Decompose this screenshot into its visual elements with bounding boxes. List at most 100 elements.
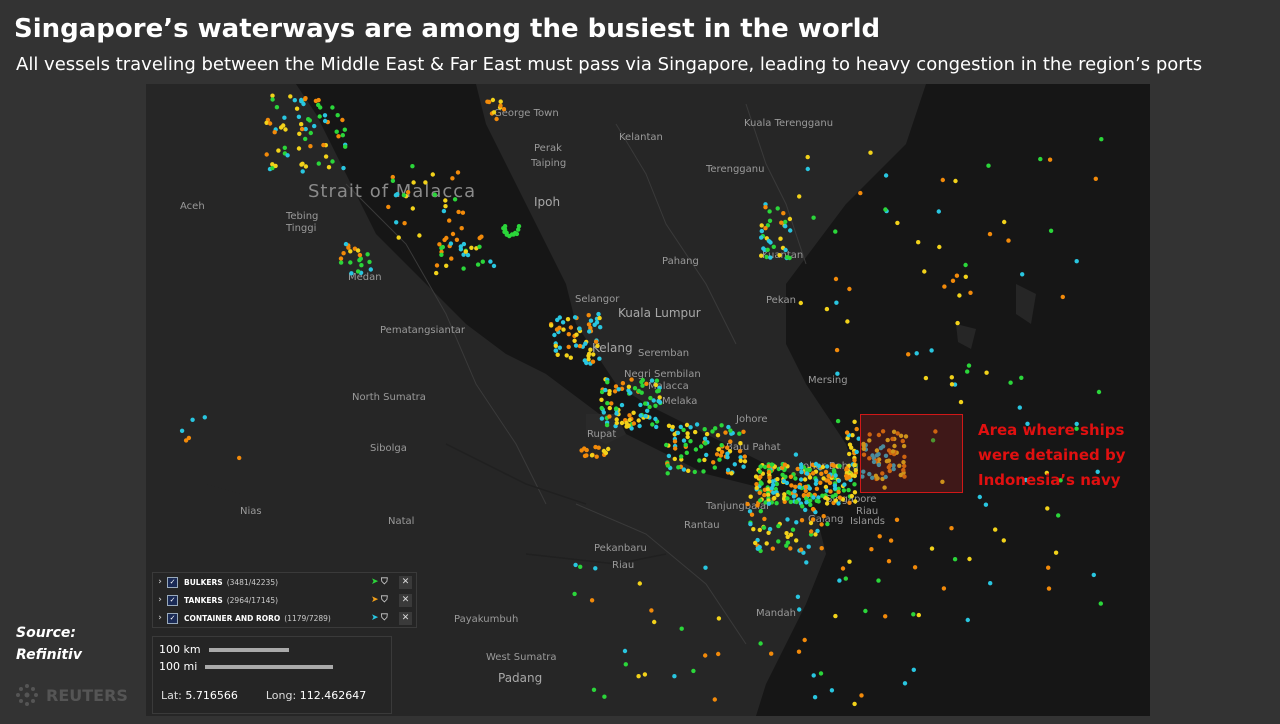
vessel-dot <box>636 388 641 394</box>
vessel-dot <box>793 476 798 481</box>
vessel-dot <box>599 405 604 411</box>
map-label-tebing: Tebing <box>285 211 318 222</box>
vessel-dot <box>322 118 328 124</box>
vessel-dot <box>949 375 954 380</box>
vessel-dot <box>440 244 445 250</box>
reuters-text: REUTERS <box>46 685 128 705</box>
reuters-dots-icon <box>16 684 38 706</box>
vessel-dot <box>636 674 641 679</box>
vessel-dot <box>804 560 809 565</box>
vessel-dot <box>785 255 790 260</box>
vessel-dot <box>202 415 207 420</box>
map-label-islands: Islands <box>850 516 885 527</box>
vessel-dot <box>853 499 858 504</box>
vessel-dot <box>784 531 789 536</box>
vessel-dot <box>283 127 288 132</box>
vessel-dot <box>652 619 657 625</box>
vessel-dot <box>783 219 788 225</box>
vessel-dot <box>783 224 788 229</box>
vessel-dot <box>775 492 780 498</box>
vessel-dot <box>642 672 648 677</box>
legend-checkbox-container[interactable]: ✓ <box>167 612 178 624</box>
tag-icon[interactable]: ⛉ <box>381 577 395 587</box>
vessel-dot <box>955 320 960 326</box>
vessel-dot <box>837 463 842 469</box>
map-label-pematangsiantar: Pematangsiantar <box>380 325 466 336</box>
vessel-dot <box>665 471 670 476</box>
vessel-dot <box>672 439 678 444</box>
vessel-dot <box>270 93 275 98</box>
map-label-west-sumatra: West Sumatra <box>486 652 556 663</box>
vessel-dot <box>368 267 373 272</box>
vessel-dot <box>693 447 699 452</box>
vessel-dot <box>883 173 889 178</box>
scale-km-bar <box>208 647 289 652</box>
vessel-dot <box>949 526 954 531</box>
vessel-dot <box>937 244 942 250</box>
map-label-strait: Strait of Malacca <box>308 181 476 202</box>
vessel-dot <box>859 693 864 698</box>
close-icon[interactable]: ✕ <box>399 575 412 589</box>
vessel-dot <box>824 306 830 312</box>
vessel-dot <box>782 462 788 467</box>
vessel-dot <box>993 527 998 532</box>
vessel-dot <box>1098 601 1103 606</box>
vessel-dot <box>716 616 722 621</box>
vessel-dot <box>443 198 448 203</box>
vessel-dot <box>894 517 900 522</box>
vessel-dot <box>837 578 842 583</box>
vessel-dot <box>794 499 799 505</box>
vessel-dot <box>1074 259 1079 264</box>
vessel-dot <box>808 502 813 507</box>
legend-row-container[interactable]: › ✓ CONTAINER AND RORO (1179/7289) ➤ ⛉ ✕ <box>153 609 416 627</box>
close-icon[interactable]: ✕ <box>399 611 412 625</box>
chevron-right-icon[interactable]: › <box>153 577 167 587</box>
vessel-dot <box>868 150 873 155</box>
vessel-dot <box>622 648 628 654</box>
vessel-dot <box>788 474 794 479</box>
vessel-dot <box>895 220 900 226</box>
vessel-dot <box>357 252 363 258</box>
vessel-dot <box>552 332 557 338</box>
vessel-dot <box>936 209 941 214</box>
map-label-negri-sembilan: Negri Sembilan <box>624 369 701 380</box>
map-label-selangor: Selangor <box>575 294 620 305</box>
vessel-dot <box>313 98 319 104</box>
vessel-dot <box>716 447 721 452</box>
vessel-dot <box>738 441 743 446</box>
vessel-dot <box>1091 572 1096 578</box>
chevron-right-icon[interactable]: › <box>153 595 167 605</box>
vessel-dot <box>601 410 606 415</box>
vessel-dot <box>800 504 805 509</box>
vessel-dot <box>650 422 655 427</box>
vessel-dot <box>753 540 758 546</box>
legend-row-bulkers[interactable]: › ✓ BULKERS (3481/42235) ➤ ⛉ ✕ <box>153 573 416 591</box>
vessel-dot <box>767 475 772 480</box>
vessel-dot <box>598 325 603 330</box>
map-label-tinggi: Tinggi <box>285 223 316 234</box>
vessel-dot <box>302 96 308 102</box>
vessel-dot <box>678 424 683 430</box>
vessel-dot <box>477 244 482 249</box>
map-label-pekanbaru: Pekanbaru <box>594 543 647 554</box>
vessel-dot <box>572 338 577 343</box>
legend-checkbox-bulkers[interactable]: ✓ <box>167 576 178 588</box>
vessel-dot <box>764 541 769 546</box>
vessel-dot <box>338 260 344 265</box>
vessel-dot <box>810 517 816 522</box>
legend-checkbox-tankers[interactable]: ✓ <box>167 594 178 606</box>
vessel-dot <box>785 517 790 522</box>
vessel-dot <box>719 443 724 448</box>
vessel-dot <box>264 152 269 157</box>
chevron-right-icon[interactable]: › <box>153 613 167 623</box>
vessel-dot <box>597 315 602 321</box>
tag-icon[interactable]: ⛉ <box>381 595 395 605</box>
vessel-dot <box>589 598 595 603</box>
legend-row-tankers[interactable]: › ✓ TANKERS (2964/17145) ➤ ⛉ ✕ <box>153 591 416 609</box>
vessel-dot <box>274 105 280 110</box>
vessel-dot <box>686 468 691 473</box>
tag-icon[interactable]: ⛉ <box>381 613 395 623</box>
close-icon[interactable]: ✕ <box>399 593 412 607</box>
vessel-dot <box>461 266 466 271</box>
legend-label: CONTAINER AND RORO <box>184 613 281 623</box>
